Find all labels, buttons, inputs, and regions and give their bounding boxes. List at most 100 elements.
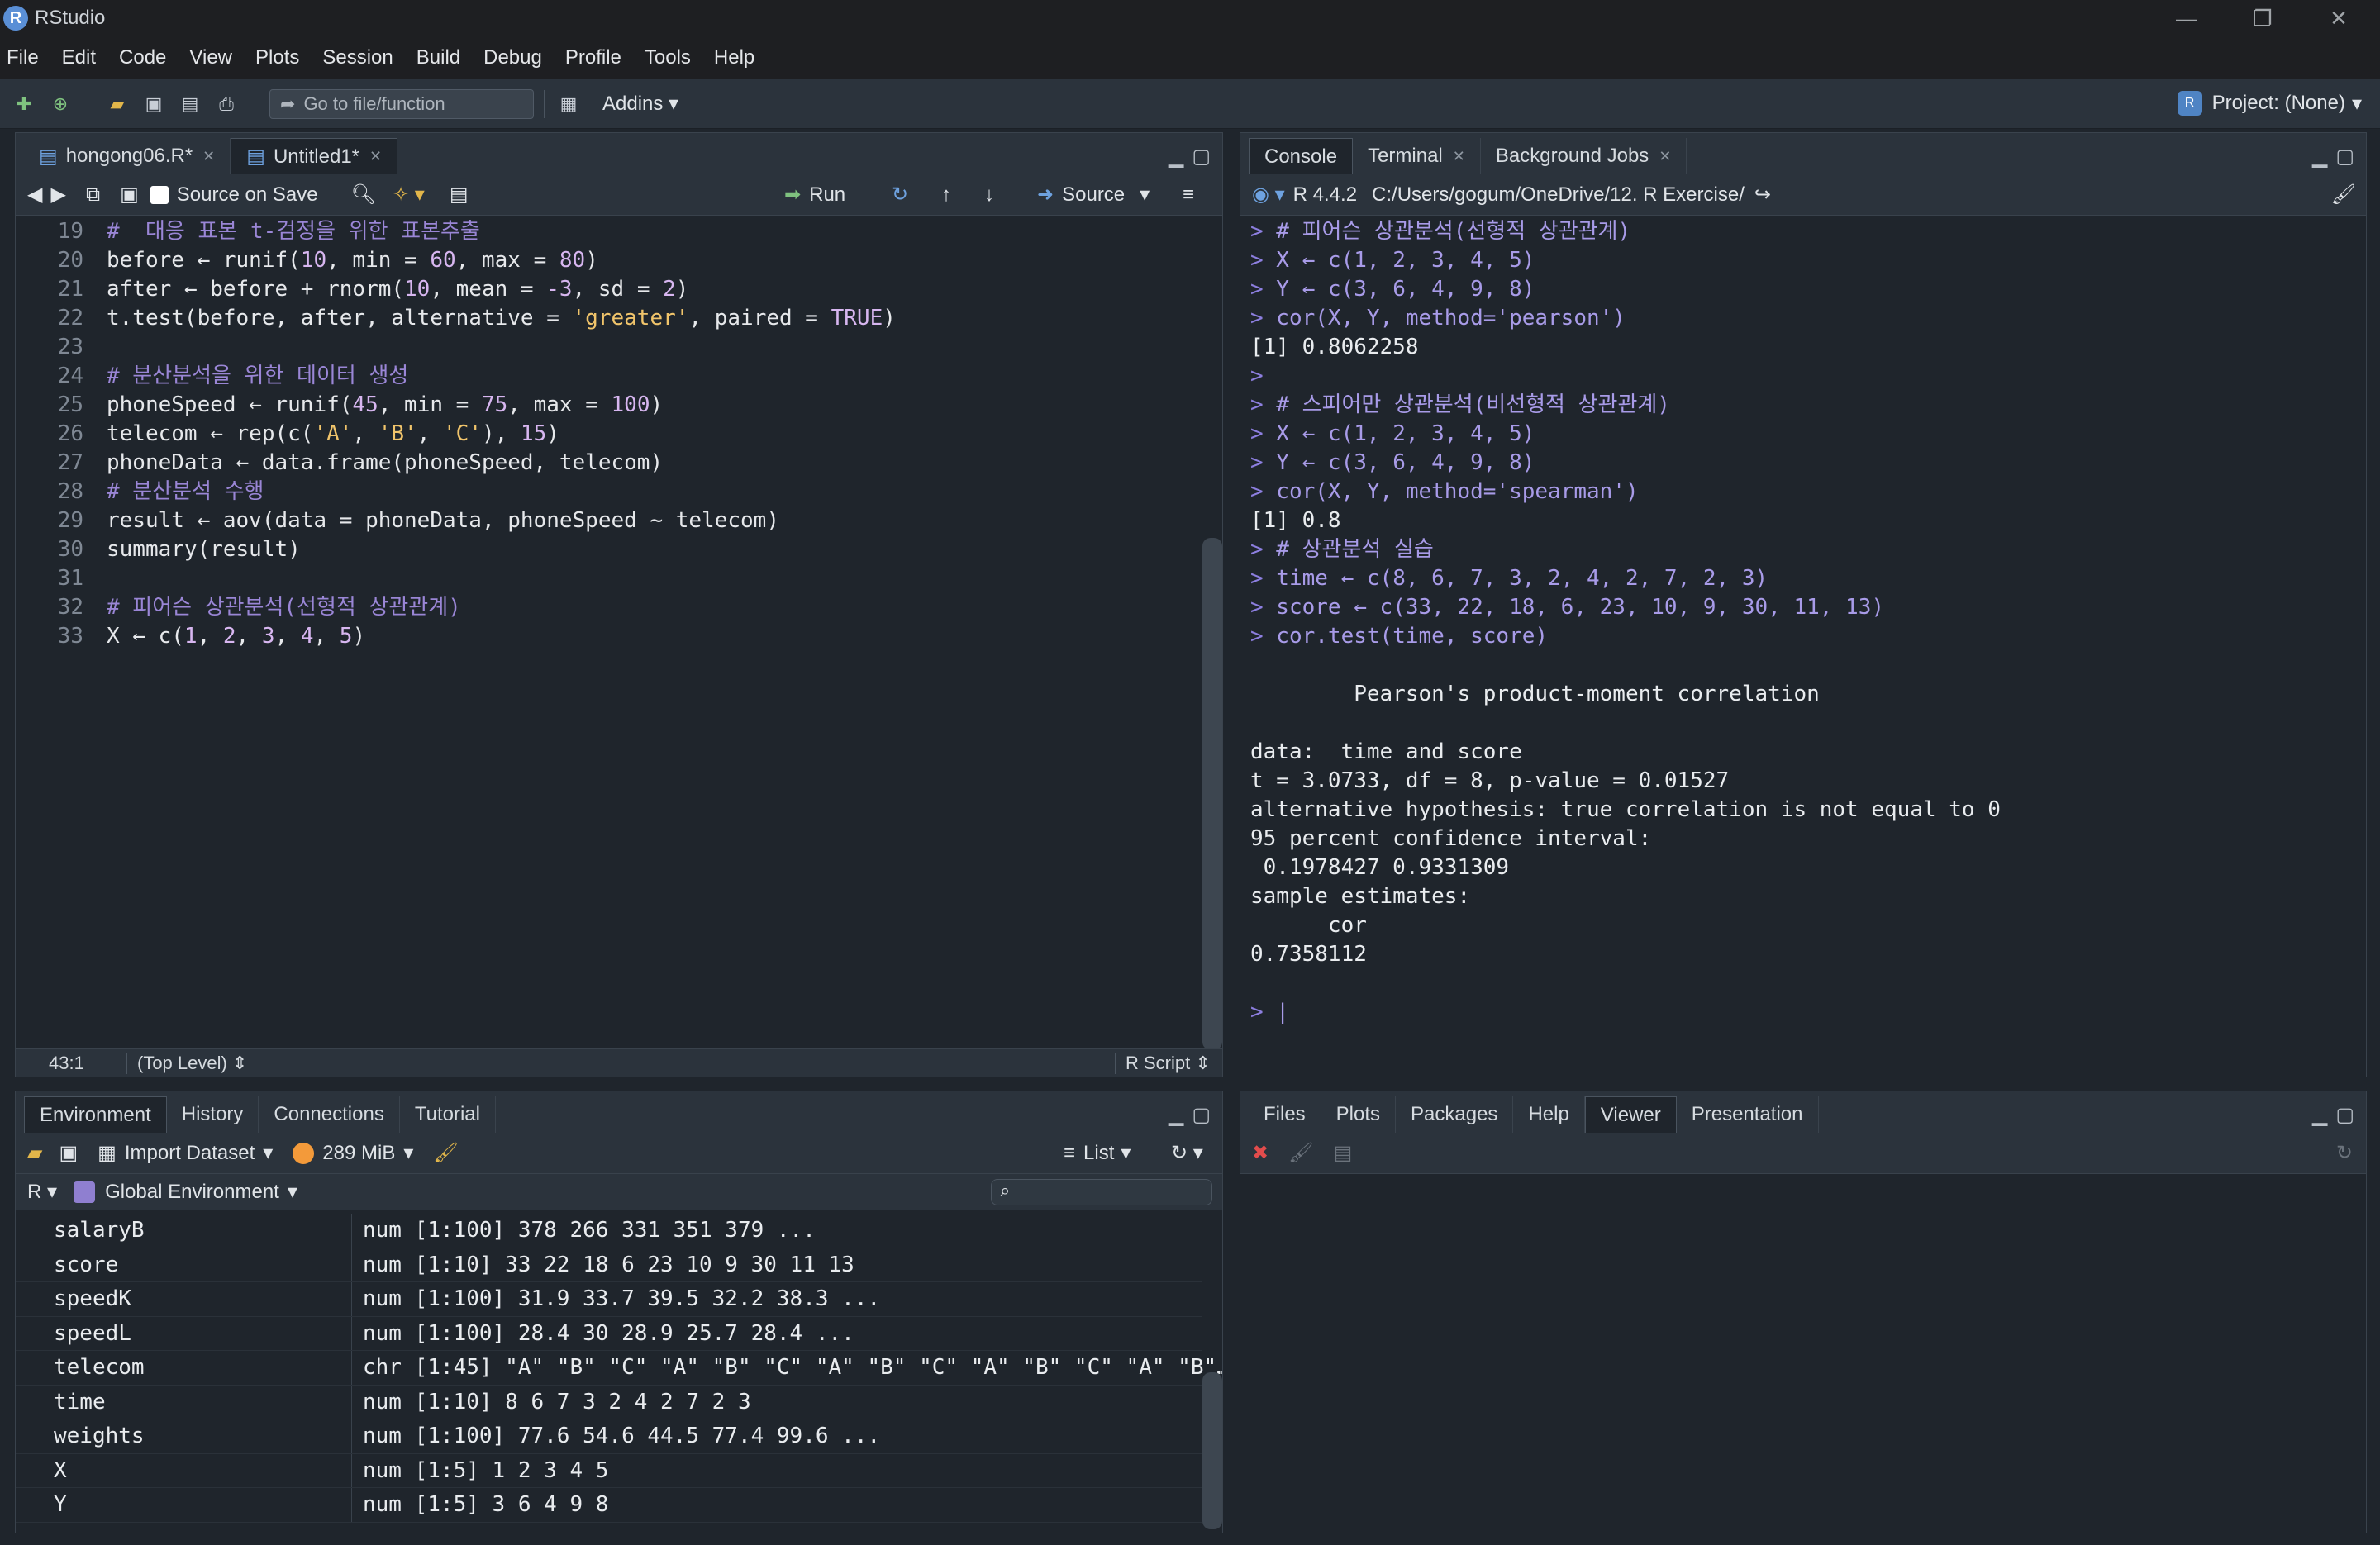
environment-row[interactable]: Xnum [1:5] 1 2 3 4 5 <box>16 1453 1202 1488</box>
print-icon[interactable]: ⎙ <box>212 90 240 118</box>
maximize-pane-icon[interactable]: ▢ <box>1192 1103 1211 1127</box>
save-icon[interactable]: ▣ <box>140 90 168 118</box>
menu-build[interactable]: Build <box>416 46 460 69</box>
console-output[interactable]: > # 피어슨 상관분석(선형적 상관관계) > X ← c(1, 2, 3, 4… <box>1240 216 2366 1077</box>
menu-file[interactable]: File <box>7 46 39 69</box>
clear-console-icon[interactable]: 🖌︎ <box>2331 183 2356 207</box>
tab-presentation[interactable]: Presentation <box>1677 1096 1819 1133</box>
tab-viewer[interactable]: Viewer <box>1584 1096 1677 1133</box>
clear-viewer-icon[interactable]: ✖ <box>1252 1141 1269 1165</box>
editor-scrollbar[interactable] <box>1202 538 1222 1050</box>
tab-help[interactable]: Help <box>1513 1096 1585 1133</box>
tab-connections[interactable]: Connections <box>259 1096 400 1133</box>
refresh-viewer-icon[interactable]: ↻ <box>2336 1141 2353 1165</box>
addins-dropdown[interactable]: Addins ▾ <box>602 92 678 116</box>
environment-row[interactable]: Ynum [1:5] 3 6 4 9 8 <box>16 1488 1202 1523</box>
code-tools-icon[interactable]: ✧ ▾ <box>393 183 425 207</box>
menu-code[interactable]: Code <box>119 46 166 69</box>
language-dropdown[interactable]: R ▾ <box>27 1180 57 1204</box>
menu-view[interactable]: View <box>189 46 232 69</box>
back-icon[interactable]: ◀ <box>27 183 42 207</box>
code-line[interactable]: 19 # 대응 표본 t-검정을 위한 표본추출 <box>16 217 1189 246</box>
filetype-selector[interactable]: R Script ⇕ <box>1115 1052 1211 1074</box>
environment-row[interactable]: telecom chr [1:45] "A" "B" "C" "A" "B" "C… <box>16 1351 1222 1386</box>
environment-row[interactable]: score num [1:10] 33 22 18 6 23 10 9 30 11… <box>16 1248 1202 1282</box>
environment-row[interactable]: salaryB num [1:100] 378 266 331 351 379 .… <box>16 1214 1202 1248</box>
rerun-icon[interactable]: ↻ <box>892 183 908 207</box>
open-file-icon[interactable]: ▰ <box>103 90 131 118</box>
code-editor[interactable]: 19 # 대응 표본 t-검정을 위한 표본추출 20 before ← runif(… <box>16 216 1222 650</box>
find-icon[interactable]: 🔍︎ <box>351 183 376 207</box>
close-tab-icon[interactable]: ✕ <box>369 148 382 165</box>
minimize-pane-icon[interactable]: ▁ <box>1169 145 1183 169</box>
menu-debug[interactable]: Debug <box>483 46 542 69</box>
environment-row[interactable]: time num [1:10] 8 6 7 3 2 4 2 7 2 3 <box>16 1385 1202 1419</box>
minimize-pane-icon[interactable]: ▁ <box>1169 1103 1183 1127</box>
forward-icon[interactable]: ▶ <box>50 183 65 207</box>
code-line[interactable]: 22 t.test(before, after, alternative = 'g… <box>16 304 1189 333</box>
view-mode-dropdown[interactable]: ≡ List ▾ <box>1064 1141 1130 1165</box>
menu-plots[interactable]: Plots <box>255 46 299 69</box>
new-project-icon[interactable]: ⊕ <box>46 90 74 118</box>
tab-history[interactable]: History <box>167 1096 259 1133</box>
export-icon[interactable]: ▤ <box>1334 1141 1353 1165</box>
go-up-icon[interactable]: ↑ <box>941 183 951 207</box>
save-file-icon[interactable]: ▣ <box>120 183 139 207</box>
save-workspace-icon[interactable]: ▣ <box>59 1141 78 1165</box>
maximize-pane-icon[interactable]: ▢ <box>2335 1103 2354 1127</box>
tab-hongong06[interactable]: ▤ hongong06.R* ✕ <box>24 138 231 174</box>
new-file-icon[interactable]: ✚ <box>10 90 38 118</box>
code-line[interactable]: 26 telecom ← rep(c('A', 'B', 'C'), 15) <box>16 420 1189 449</box>
tab-untitled1[interactable]: ▤ Untitled1* ✕ <box>231 138 398 174</box>
environment-row[interactable]: speedK num [1:100] 31.9 33.7 39.5 32.2 38… <box>16 1282 1202 1317</box>
code-line[interactable]: 21 after ← before + rnorm(10, mean = -3, … <box>16 275 1189 304</box>
tab-tutorial[interactable]: Tutorial <box>400 1096 496 1133</box>
tab-terminal[interactable]: Terminal ✕ <box>1353 138 1481 174</box>
run-button[interactable]: ➡ Run <box>784 183 845 207</box>
go-to-directory-icon[interactable]: ↪ <box>1754 183 1771 207</box>
source-button[interactable]: ➜ Source ▾ <box>1037 183 1150 207</box>
code-line[interactable]: 20 before ← runif(10, min = 60, max = 80) <box>16 246 1189 275</box>
import-dataset-button[interactable]: ▦ Import Dataset ▾ <box>98 1141 273 1165</box>
tab-environment[interactable]: Environment <box>24 1096 167 1133</box>
maximize-pane-icon[interactable]: ▢ <box>1192 145 1211 169</box>
memory-usage[interactable]: 289 MiB ▾ <box>293 1141 413 1165</box>
code-line[interactable]: 32 # 피어슨 상관분석(선형적 상관관계) <box>16 593 1189 622</box>
outline-icon[interactable]: ≡ <box>1183 183 1194 207</box>
code-line[interactable]: 25 phoneSpeed ← runif(45, min = 75, max =… <box>16 391 1189 420</box>
show-in-window-icon[interactable]: ⧉ <box>86 183 100 207</box>
document-outline-icon[interactable]: ▤ <box>450 183 469 207</box>
menu-tools[interactable]: Tools <box>645 46 691 69</box>
refresh-icon[interactable]: ↻ ▾ <box>1171 1141 1203 1165</box>
grid-layout-icon[interactable]: ▦ <box>555 90 583 118</box>
broom-icon[interactable]: 🖌︎ <box>1288 1141 1313 1165</box>
scope-selector[interactable]: (Top Level) ⇕ <box>126 1052 247 1074</box>
environment-row[interactable]: speedL num [1:100] 28.4 30 28.9 25.7 28.4… <box>16 1316 1202 1351</box>
code-line[interactable]: 30 summary(result) <box>16 535 1189 564</box>
menu-profile[interactable]: Profile <box>565 46 621 69</box>
project-menu[interactable]: R Project: (None) ▾ <box>2177 91 2362 116</box>
code-line[interactable]: 33 X ← c(1, 2, 3, 4, 5) <box>16 622 1189 650</box>
minimize-pane-icon[interactable]: ▁ <box>2312 145 2327 169</box>
code-line[interactable]: 24 # 분산분석을 위한 데이터 생성 <box>16 362 1189 391</box>
code-line[interactable]: 27 phoneData ← data.frame(phoneSpeed, tel… <box>16 449 1189 478</box>
r-language-icon[interactable]: ◉ ▾ <box>1252 183 1285 207</box>
tab-files[interactable]: Files <box>1249 1096 1321 1133</box>
close-tab-icon[interactable]: ✕ <box>1659 148 1671 165</box>
scope-dropdown[interactable]: Global Environment ▾ <box>74 1180 298 1204</box>
clear-workspace-icon[interactable]: 🖌︎ <box>433 1141 458 1165</box>
code-line[interactable]: 28 # 분산분석 수행 <box>16 478 1189 506</box>
menu-session[interactable]: Session <box>322 46 393 69</box>
code-line[interactable]: 23 <box>16 333 1189 362</box>
tab-console[interactable]: Console <box>1249 138 1354 174</box>
maximize-pane-icon[interactable]: ▢ <box>2335 145 2354 169</box>
save-all-icon[interactable]: ▤ <box>176 90 204 118</box>
restore-button[interactable]: ❐ <box>2225 0 2301 36</box>
minimize-button[interactable]: — <box>2149 0 2225 36</box>
go-down-icon[interactable]: ↓ <box>984 183 994 207</box>
menu-edit[interactable]: Edit <box>62 46 96 69</box>
source-on-save-checkbox[interactable] <box>150 185 169 204</box>
environment-scrollbar[interactable] <box>1202 1372 1222 1529</box>
close-window-button[interactable]: ✕ <box>2301 0 2377 36</box>
close-tab-icon[interactable]: ✕ <box>202 148 215 165</box>
